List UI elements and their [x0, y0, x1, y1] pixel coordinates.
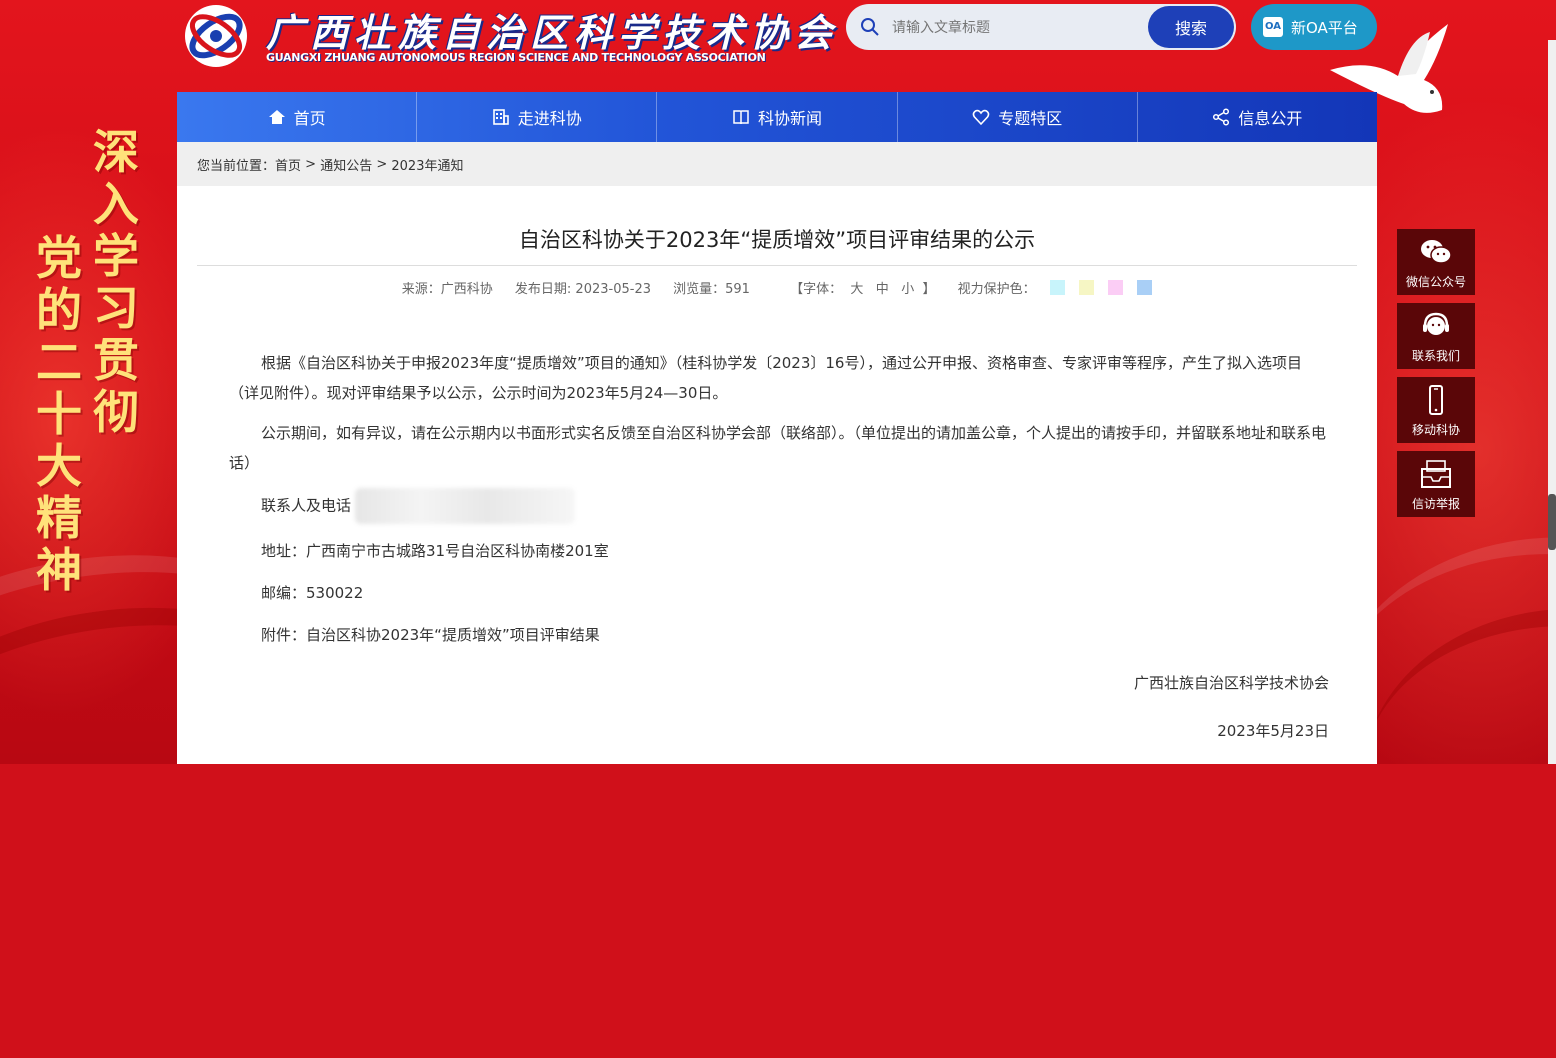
article-source: 来源：广西科协 — [401, 282, 493, 297]
article-date: 发布日期: 2023-05-23 — [514, 282, 651, 297]
headset-icon — [1423, 312, 1449, 335]
breadcrumb-link-notices[interactable]: 通知公告 — [320, 155, 372, 174]
signature: 广西壮族自治区科学技术协会 — [1133, 674, 1329, 692]
eye-color-blue[interactable] — [1137, 280, 1153, 295]
breadcrumb-separator: > — [372, 156, 392, 172]
nav-item-special[interactable]: 专题特区 — [898, 92, 1138, 142]
font-size-open: 【字体： — [790, 282, 843, 297]
float-label: 微信公众号 — [1405, 275, 1466, 289]
article-meta: 来源：广西科协 发布日期: 2023-05-23 浏览量：591 【字体： 大 … — [177, 278, 1377, 297]
float-mobile[interactable]: 移动科协 — [1397, 377, 1475, 443]
eye-color-cyan[interactable] — [1049, 280, 1065, 295]
article-paragraph: 根据《自治区科协关于申报2023年度“提质增效”项目的通知》（桂科协学发〔202… — [229, 354, 1302, 402]
font-size-medium[interactable]: 中 — [876, 282, 889, 297]
breadcrumb: 您当前位置： 首页 > 通知公告 > 2023年通知 — [177, 142, 1377, 186]
association-emblem-icon — [185, 5, 247, 67]
nav-item-label: 走进科协 — [517, 109, 582, 128]
logo-english-name: GUANGXI ZHUANG AUTONOMOUS REGION SCIENCE… — [266, 51, 766, 64]
float-wechat[interactable]: 微信公众号 — [1397, 229, 1475, 295]
book-icon — [733, 110, 749, 125]
nav-item-disclosure[interactable]: 信息公开 — [1138, 92, 1377, 142]
search-bar: 搜索 — [846, 4, 1236, 50]
float-contact[interactable]: 联系我们 — [1397, 303, 1475, 369]
contact-label: 联系人及电话 — [261, 496, 352, 515]
signature-date: 2023年5月23日 — [1217, 722, 1329, 740]
float-label: 联系我们 — [1411, 349, 1460, 363]
share-icon — [1213, 108, 1230, 126]
article-views: 浏览量：591 — [673, 282, 750, 297]
attachment-link[interactable]: 附件：自治区科协2023年“提质增效”项目评审结果 — [261, 620, 1329, 650]
content-panel: 您当前位置： 首页 > 通知公告 > 2023年通知 自治区科协关于2023年“… — [177, 142, 1377, 764]
nav-item-home[interactable]: 首页 — [177, 92, 418, 142]
search-input[interactable] — [890, 12, 1144, 44]
nav-item-label: 科协新闻 — [758, 109, 823, 128]
eye-color-pink[interactable] — [1108, 280, 1124, 295]
nav-item-label: 信息公开 — [1238, 109, 1303, 128]
page-scrollbar-thumb[interactable] — [1548, 494, 1556, 550]
breadcrumb-link-2023[interactable]: 2023年通知 — [391, 155, 463, 174]
nav-item-news[interactable]: 科协新闻 — [657, 92, 898, 142]
font-size-close: 】 — [922, 282, 936, 297]
slogan-column-1: 深入学习贯彻 — [93, 125, 139, 439]
font-size-small[interactable]: 小 — [901, 282, 914, 297]
breadcrumb-link-home[interactable]: 首页 — [275, 155, 301, 174]
slogan-column-2: 党的二十大精神 — [36, 231, 82, 597]
title-divider — [197, 265, 1357, 266]
home-icon — [268, 110, 285, 124]
search-button[interactable]: 搜索 — [1148, 6, 1234, 48]
logo-chinese-name: 广西壮族自治区科学技术协会 — [266, 10, 839, 55]
article-paragraph: 公示期间，如有异议，请在公示期内以书面形式实名反馈至自治区科协学会部（联络部）。… — [229, 424, 1327, 472]
float-label: 信访举报 — [1411, 497, 1460, 511]
font-size-large[interactable]: 大 — [850, 282, 863, 297]
heart-icon — [972, 109, 990, 126]
wechat-icon — [1421, 240, 1452, 264]
breadcrumb-prefix: 您当前位置： — [197, 158, 276, 174]
phone-icon — [1429, 385, 1443, 415]
breadcrumb-separator: > — [301, 156, 321, 172]
eye-care-label: 视力保护色： — [957, 282, 1036, 297]
float-label: 移动科协 — [1411, 423, 1460, 437]
eye-color-yellow[interactable] — [1078, 280, 1094, 295]
contact-line: 联系人及电话 — [261, 488, 1329, 524]
postcode-line: 邮编：530022 — [261, 584, 364, 602]
page-scrollbar-track[interactable] — [1548, 40, 1556, 764]
outlook-icon: OA — [1263, 17, 1283, 37]
redacted-phone — [355, 488, 576, 524]
search-icon — [861, 18, 879, 36]
main-navigation: 首页 走进科协 科协新闻 专题特区 信息公开 — [177, 92, 1377, 142]
nav-item-about[interactable]: 走进科协 — [417, 92, 658, 142]
site-logo[interactable]: 广西壮族自治区科学技术协会 GUANGXI ZHUANG AUTONOMOUS … — [180, 0, 832, 74]
article-body: 根据《自治区科协关于申报2023年度“提质增效”项目的通知》（桂科协学发〔202… — [229, 348, 1329, 746]
nav-item-label: 首页 — [293, 109, 326, 128]
inbox-icon — [1421, 460, 1451, 488]
float-report[interactable]: 信访举报 — [1397, 451, 1475, 517]
article-title: 自治区科协关于2023年“提质增效”项目评审结果的公示 — [518, 228, 1036, 252]
nav-item-label: 专题特区 — [998, 109, 1063, 128]
address-line: 地址：广西南宁市古城路31号自治区科协南楼201室 — [261, 542, 609, 560]
building-icon — [492, 109, 509, 125]
